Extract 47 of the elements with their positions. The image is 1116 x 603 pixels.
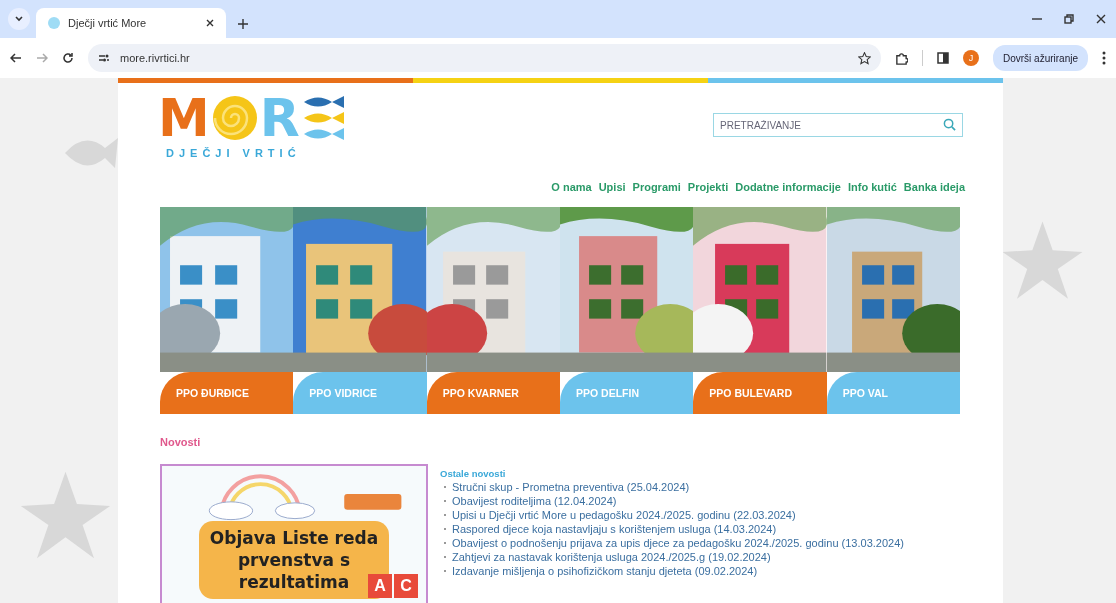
- nav-link[interactable]: Dodatne informacije: [735, 181, 841, 193]
- location-link[interactable]: PPO VAL: [826, 372, 960, 414]
- nav-link[interactable]: Upisi: [598, 181, 626, 193]
- location-link[interactable]: PPO BULEVARD: [693, 372, 827, 414]
- close-icon[interactable]: [1096, 14, 1106, 24]
- news-link[interactable]: Raspored djece koja nastavljaju s korištenjem usluga (14.03.2024): [452, 523, 777, 535]
- news-link[interactable]: Zahtjevi za nastavak korištenja usluga 2024./2025.g (19.02.2024): [452, 551, 771, 563]
- star-icon[interactable]: [857, 51, 871, 65]
- location-link[interactable]: PPO DELFIN: [560, 372, 694, 414]
- profile-avatar[interactable]: J: [962, 50, 979, 66]
- news-link[interactable]: Stručni skup - Prometna preventiva (25.04.2024): [452, 481, 690, 493]
- close-icon[interactable]: [206, 19, 214, 27]
- news-link[interactable]: Izdavanje mišljenja o psihofizičkom stanju djeteta (09.02.2024): [452, 565, 758, 577]
- address-bar[interactable]: more.rivrtici.hr: [88, 44, 881, 72]
- news-link[interactable]: Obavijest roditeljima (12.04.2024): [452, 495, 617, 507]
- new-tab-icon[interactable]: [238, 19, 248, 29]
- news-link[interactable]: Obavijest o podnošenju prijava za upis djece za pedagošku 2024./2025. godinu (13.03.2024): [452, 537, 904, 549]
- browser-tab[interactable]: Dječji vrtić More: [36, 8, 226, 38]
- nav-link[interactable]: O nama: [551, 181, 592, 193]
- search-icon[interactable]: [943, 118, 956, 131]
- nav-link[interactable]: Info kutić: [847, 181, 897, 193]
- news-heading: Ostale novosti: [440, 468, 507, 479]
- news-link[interactable]: Upisi u Dječji vrtić More u pedagošku 2024./2025. godinu (22.03.2024): [452, 509, 796, 521]
- logo-subtitle: DJEČJI VRTIĆ: [166, 147, 302, 159]
- favicon-icon: [48, 17, 60, 29]
- chevron-icon: [15, 16, 23, 22]
- restore-icon[interactable]: [1064, 14, 1074, 24]
- nav-link[interactable]: Projekti: [687, 181, 729, 193]
- tab-list-button[interactable]: [8, 8, 30, 30]
- puzzle-icon[interactable]: [894, 51, 908, 65]
- menu-icon[interactable]: [1102, 51, 1106, 65]
- logo[interactable]: M R: [158, 95, 346, 141]
- location-link[interactable]: PPO KVARNER: [426, 372, 560, 414]
- location-link[interactable]: PPO ĐURĐICE: [160, 372, 294, 414]
- section-heading: Novosti: [160, 436, 201, 448]
- tab-title: Dječji vrtić More: [68, 17, 148, 29]
- search-field[interactable]: PRETRAŽIVANJE: [713, 113, 963, 137]
- update-button[interactable]: Dovrši ažuriranje: [992, 45, 1088, 71]
- reload-icon[interactable]: [62, 52, 74, 64]
- back-icon[interactable]: [10, 53, 22, 63]
- location-link[interactable]: PPO VIDRICE: [293, 372, 427, 414]
- letter-block: C: [394, 574, 418, 598]
- site-settings-icon[interactable]: [98, 53, 110, 63]
- nav-link[interactable]: Programi: [632, 181, 681, 193]
- nav-link[interactable]: Banka ideja: [903, 181, 965, 193]
- side-panel-icon[interactable]: [936, 52, 949, 64]
- shell-icon: [211, 95, 258, 141]
